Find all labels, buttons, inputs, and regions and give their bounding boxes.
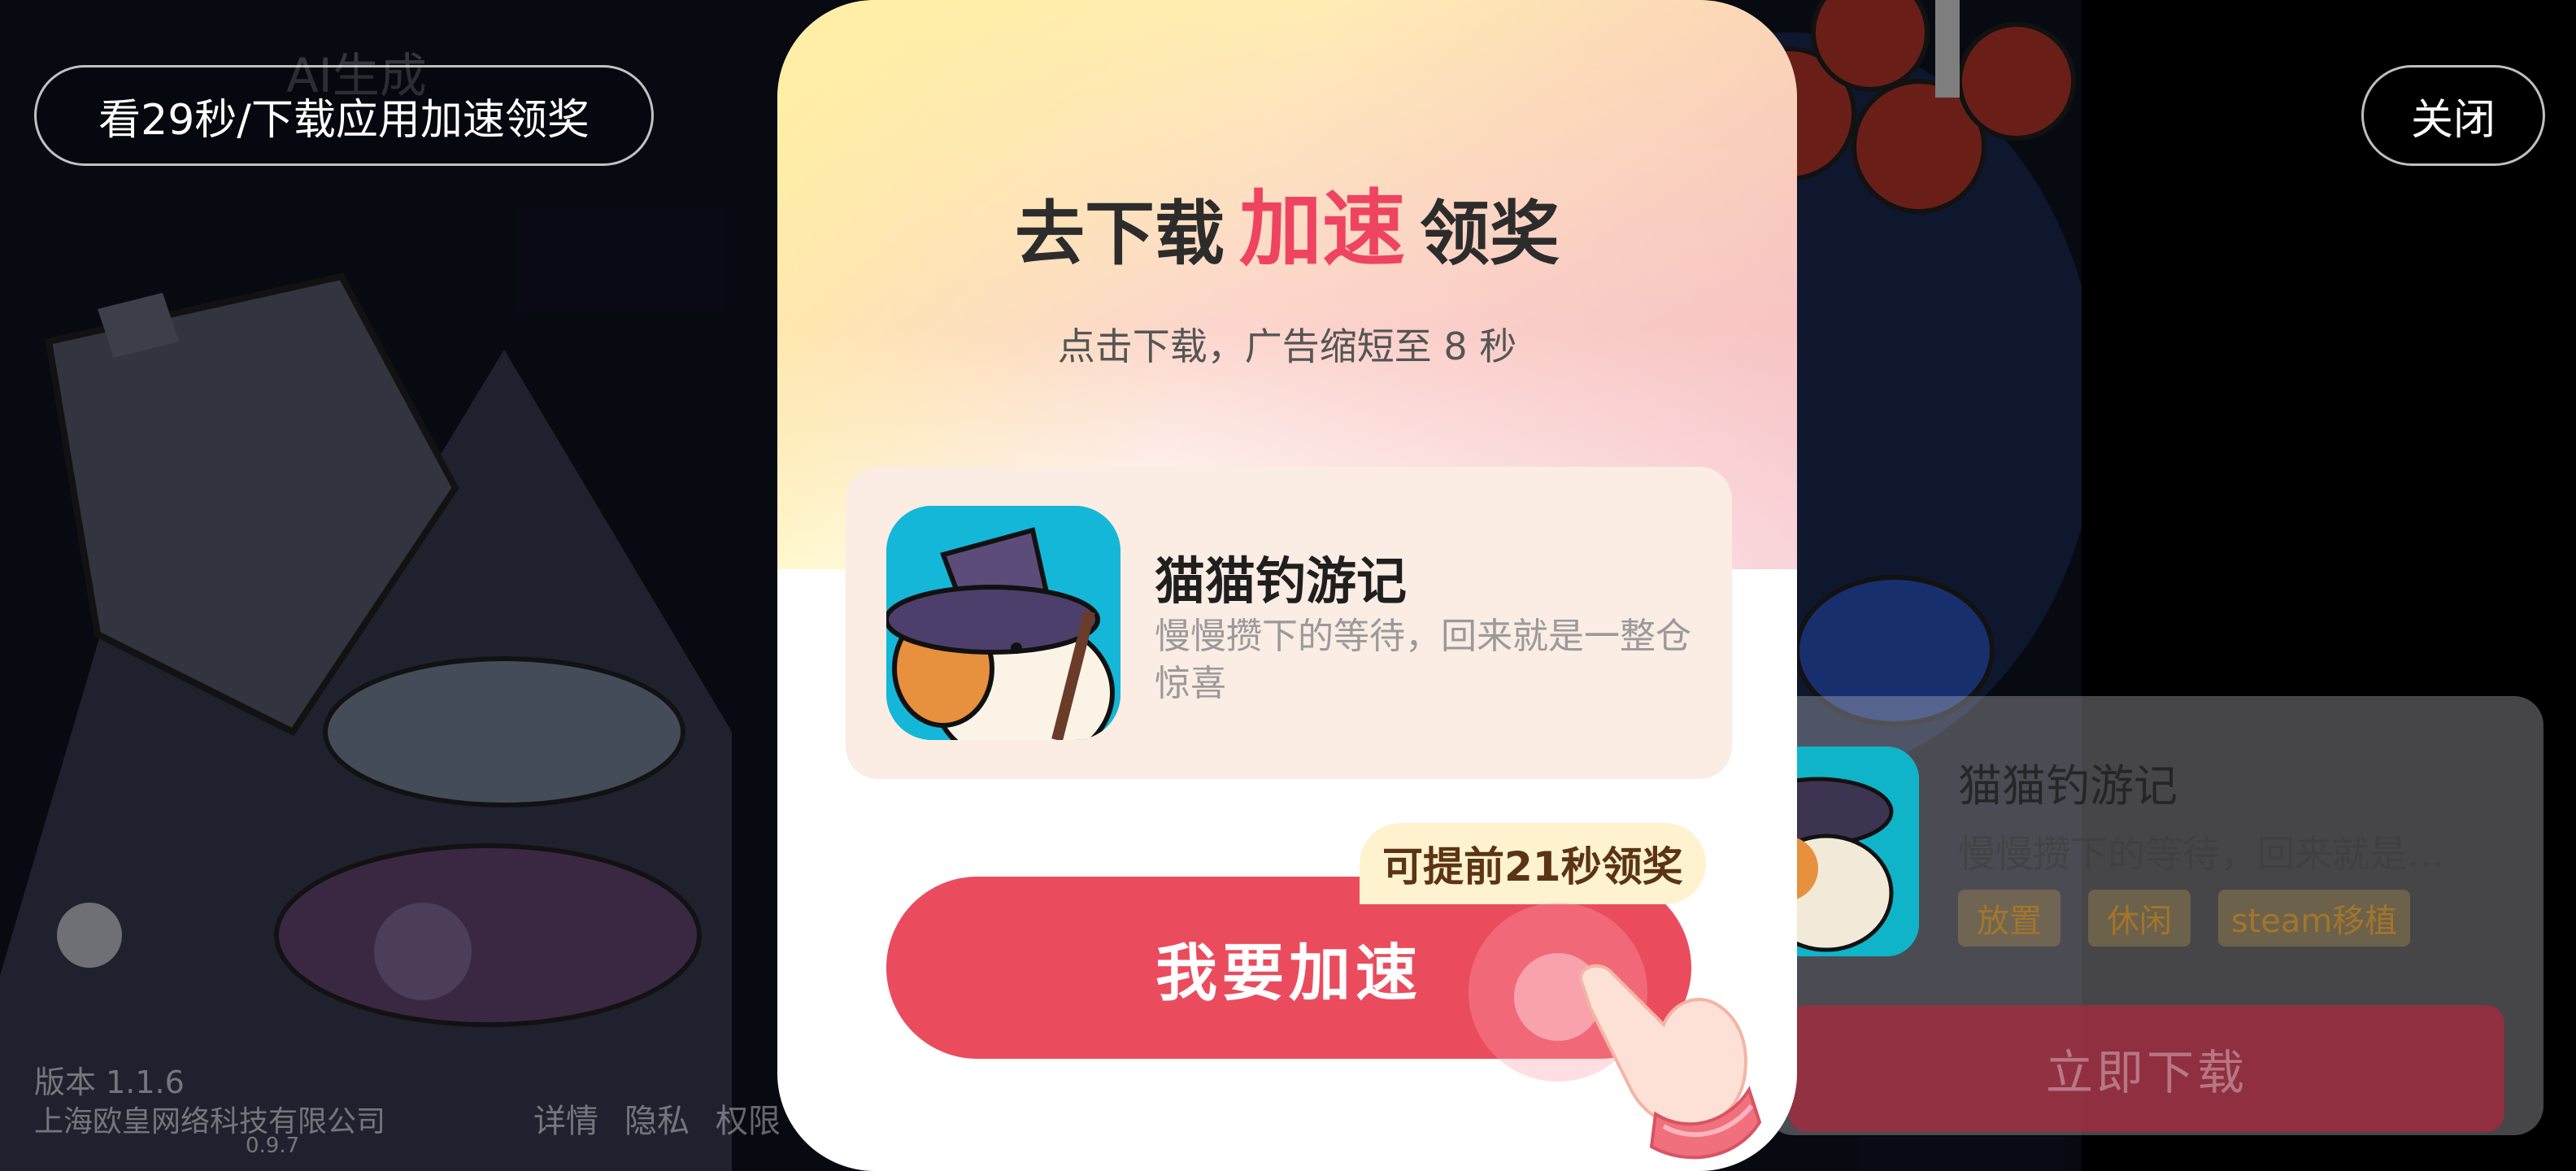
permissions-link[interactable]: 权限: [716, 1095, 781, 1142]
side-app-description: 慢慢攒下的等待，回来就是…: [1958, 832, 2444, 876]
headline-highlight: 加速: [1239, 181, 1405, 278]
side-app-title: 猫猫钓游记: [1958, 760, 2178, 812]
details-link[interactable]: 详情: [533, 1095, 598, 1142]
side-download-button[interactable]: 立即下载: [1789, 1005, 2504, 1132]
speedup-modal: 去下载 加速 领奖 点击下载，广告缩短至 8 秒 猫猫钓游记 慢慢攒下的等待，回来就…: [777, 0, 1797, 1171]
tag-steam-port: steam移植: [2218, 890, 2410, 947]
close-button[interactable]: 关闭: [2361, 65, 2545, 166]
headline-suffix: 领奖: [1420, 194, 1560, 275]
app-icon: [886, 506, 1120, 740]
modal-headline: 去下载 加速 领奖: [777, 163, 1797, 282]
early-reward-badge: 可提前21秒领奖: [1360, 823, 1706, 904]
countdown-reward-button[interactable]: 看29秒/下载应用加速领奖: [34, 65, 654, 166]
modal-subtitle: 点击下载，广告缩短至 8 秒: [1057, 324, 1517, 368]
privacy-link[interactable]: 隐私: [624, 1095, 690, 1142]
headline-prefix: 去下载: [1015, 194, 1225, 275]
app-description: 慢慢攒下的等待，回来就是一整仓惊喜: [1155, 616, 1691, 704]
tag-casual: 休闲: [2088, 890, 2191, 947]
company-name: 上海欧皇网络科技有限公司: [34, 1105, 386, 1138]
app-info-card[interactable]: 猫猫钓游记 慢慢攒下的等待，回来就是一整仓惊喜: [846, 467, 1732, 779]
tag-idle: 放置: [1958, 890, 2060, 947]
app-name: 猫猫钓游记: [1155, 551, 1408, 611]
build-number: 0.9.7: [246, 1134, 300, 1158]
version-text: 版本 1.1.6: [34, 1064, 185, 1100]
pointing-hand-icon: [1579, 964, 1761, 1160]
